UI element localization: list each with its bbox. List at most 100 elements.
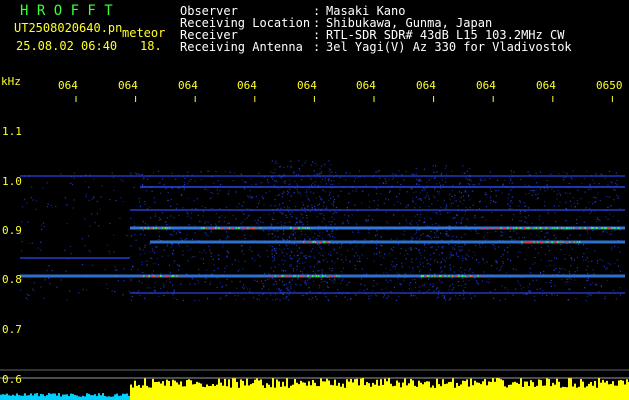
power-bar [596, 387, 598, 400]
noise-speck [258, 224, 260, 226]
noise-speck [274, 168, 276, 170]
noise-speck [446, 234, 448, 236]
y-tick-label: 1.1 [2, 125, 22, 138]
power-bar [456, 382, 458, 400]
noise-speck [308, 255, 310, 257]
echo-band [20, 257, 130, 259]
noise-speck [439, 262, 441, 264]
noise-speck [419, 198, 421, 200]
power-bar [258, 380, 260, 400]
noise-speck [98, 225, 100, 227]
noise-speck [326, 261, 328, 263]
power-bar [150, 387, 152, 400]
noise-speck [330, 254, 332, 256]
noise-speck [402, 289, 404, 292]
noise-speck [399, 188, 401, 190]
noise-speck [139, 249, 141, 251]
noise-speck [220, 184, 222, 186]
noise-speck [320, 254, 322, 256]
x-tick-label: 064 [178, 79, 198, 92]
noise-speck [275, 247, 277, 250]
noise-speck [249, 214, 251, 216]
noise-speck [528, 290, 530, 292]
power-bar [72, 393, 74, 400]
power-bar [236, 381, 238, 400]
echo-hotspot [540, 241, 542, 243]
noise-speck [327, 234, 329, 236]
echo-hotspot [555, 241, 557, 243]
power-bar [240, 379, 242, 400]
noise-speck [244, 286, 246, 288]
noise-speck [272, 237, 274, 239]
noise-speck [142, 229, 144, 231]
noise-speck [150, 217, 152, 219]
noise-speck [545, 282, 547, 284]
echo-hotspot [306, 227, 309, 229]
power-bar [154, 382, 156, 400]
noise-speck [304, 282, 306, 284]
noise-speck [281, 259, 283, 261]
noise-speck [567, 278, 569, 280]
echo-hotspot [479, 275, 481, 277]
noise-speck [213, 182, 215, 184]
noise-speck [525, 217, 527, 219]
noise-speck [559, 201, 561, 203]
noise-speck [368, 229, 370, 231]
noise-speck [481, 280, 484, 282]
power-bar [88, 393, 90, 400]
noise-speck [166, 290, 168, 293]
noise-speck [176, 203, 178, 205]
noise-speck [275, 299, 277, 301]
noise-speck [615, 298, 617, 300]
noise-speck [320, 248, 322, 250]
noise-speck [231, 280, 233, 283]
noise-speck [583, 221, 585, 223]
noise-speck [577, 202, 579, 205]
noise-speck [288, 191, 290, 193]
power-bar [350, 378, 352, 400]
noise-speck [355, 294, 357, 296]
echo-hotspot [536, 227, 539, 229]
noise-speck [597, 262, 599, 264]
noise-speck [47, 203, 49, 205]
power-bar [268, 384, 270, 400]
noise-speck [451, 277, 453, 279]
noise-speck [481, 179, 483, 181]
noise-speck [566, 173, 568, 175]
noise-speck [296, 218, 298, 220]
noise-speck [169, 281, 171, 283]
noise-speck [169, 233, 171, 236]
noise-speck [283, 297, 285, 300]
noise-speck [246, 288, 249, 290]
noise-speck [517, 280, 519, 282]
noise-speck [493, 297, 495, 299]
noise-speck [372, 289, 374, 291]
noise-speck [406, 191, 408, 193]
noise-speck [442, 258, 444, 260]
noise-speck [308, 298, 310, 300]
noise-speck [132, 266, 134, 268]
noise-speck [470, 180, 472, 182]
noise-speck [606, 218, 608, 220]
noise-speck [568, 272, 571, 274]
noise-speck [407, 253, 409, 255]
noise-speck [555, 257, 558, 260]
power-bar [550, 386, 552, 400]
noise-speck [478, 261, 480, 263]
noise-speck [574, 271, 576, 273]
noise-speck [484, 194, 486, 196]
power-bar [334, 379, 336, 400]
noise-speck [585, 170, 588, 172]
noise-speck [168, 200, 170, 202]
noise-speck [149, 243, 151, 245]
noise-speck [446, 257, 448, 259]
noise-speck [525, 193, 527, 195]
noise-speck [451, 190, 453, 192]
noise-speck [320, 171, 323, 173]
noise-speck [502, 183, 504, 185]
noise-speck [494, 261, 496, 263]
power-bar [96, 396, 98, 400]
y-tick-label: 0.6 [2, 373, 22, 386]
noise-speck [26, 293, 28, 295]
noise-speck [502, 254, 504, 256]
